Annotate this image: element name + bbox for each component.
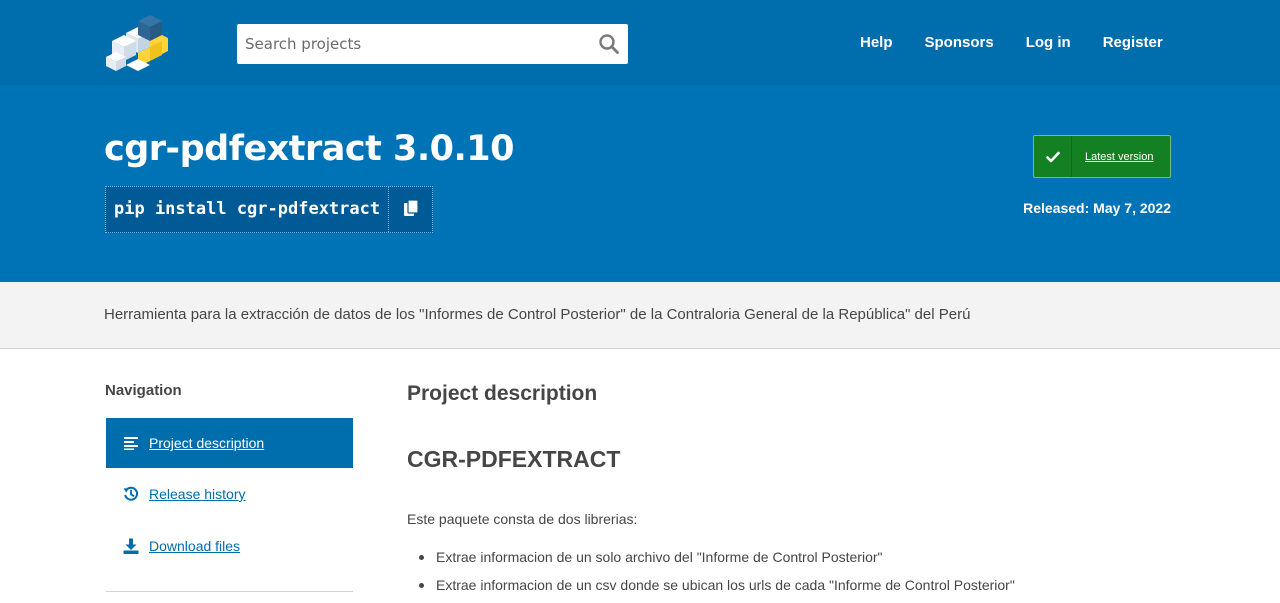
align-left-icon — [122, 434, 140, 452]
search-input[interactable] — [237, 24, 587, 64]
readme-heading: CGR-PDFEXTRACT — [407, 446, 621, 472]
top-header: Help Sponsors Log in Register — [0, 0, 1280, 85]
sidebar-heading: Navigation — [105, 382, 182, 399]
pypi-logo-icon[interactable] — [104, 13, 170, 71]
latest-version-button[interactable]: Latest version — [1033, 135, 1171, 178]
search-button[interactable] — [598, 33, 620, 55]
header-nav: Help Sponsors Log in Register — [860, 0, 1195, 85]
nav-login-link[interactable]: Log in — [1026, 34, 1071, 51]
main-content: Navigation Project description Release h… — [0, 350, 1280, 603]
package-summary: Herramienta para la extracción de datos … — [0, 282, 1280, 349]
sidebar-item-download-files[interactable]: Download files — [106, 521, 353, 571]
search-bar — [237, 24, 628, 64]
copy-button[interactable] — [388, 187, 432, 232]
nav-register-link[interactable]: Register — [1103, 34, 1163, 51]
sidebar-item-label: Project description — [149, 435, 265, 451]
nav-sponsors-link[interactable]: Sponsors — [925, 34, 994, 51]
readme-intro: Este paquete consta de dos librerias: — [407, 511, 638, 527]
nav-help-link[interactable]: Help — [860, 34, 893, 51]
latest-version-label: Latest version — [1085, 150, 1154, 163]
pip-install-box: pip install cgr-pdfextract — [105, 186, 434, 233]
copy-icon — [403, 198, 419, 221]
summary-text: Herramienta para la extracción de datos … — [104, 306, 971, 323]
sidebar-item-project-description[interactable]: Project description — [106, 418, 353, 468]
search-icon — [598, 34, 620, 58]
readme-list: Extrae informacion de un solo archivo de… — [407, 548, 1015, 603]
release-date: Released: May 7, 2022 — [1023, 200, 1171, 216]
history-icon — [122, 485, 140, 503]
section-title: Project description — [407, 382, 598, 405]
sidebar-item-label: Release history — [149, 486, 246, 502]
package-title: cgr-pdfextract 3.0.10 — [104, 129, 515, 169]
sidebar-item-release-history[interactable]: Release history — [106, 469, 353, 519]
checkmark-icon — [1034, 136, 1072, 177]
list-item: Extrae informacion de un csv donde se ub… — [407, 576, 1015, 603]
sidebar-item-label: Download files — [149, 538, 241, 554]
package-banner: cgr-pdfextract 3.0.10 pip install cgr-pd… — [0, 85, 1280, 282]
sidebar-divider — [106, 591, 353, 592]
download-icon — [122, 537, 140, 555]
list-item: Extrae informacion de un solo archivo de… — [407, 548, 1015, 576]
pip-install-command[interactable]: pip install cgr-pdfextract — [106, 187, 388, 232]
